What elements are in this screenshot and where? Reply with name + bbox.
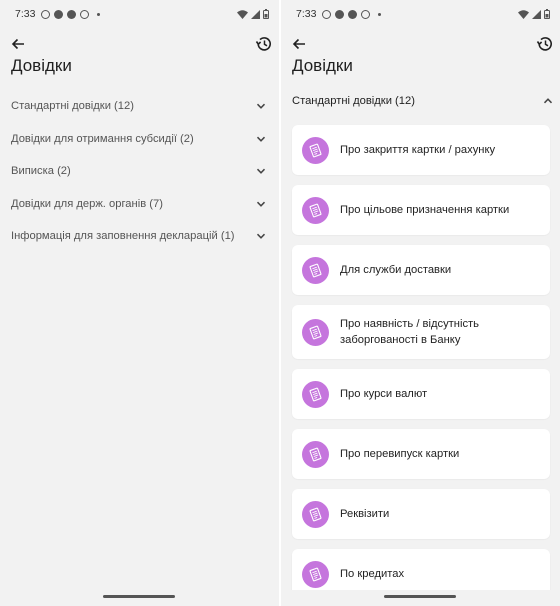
history-icon[interactable] xyxy=(255,35,273,53)
chevron-down-icon xyxy=(256,136,266,142)
facebook-icon xyxy=(348,9,358,19)
reference-card-label: Реквізити xyxy=(340,508,390,520)
reference-card-label: По кредитах xyxy=(340,568,405,580)
reference-card[interactable]: Про курси валют xyxy=(292,369,550,419)
chevron-down-icon xyxy=(256,168,266,175)
home-gesture-handle[interactable] xyxy=(384,595,456,598)
chevron-down-icon xyxy=(256,233,266,240)
document-icon xyxy=(302,380,329,408)
status-time: 7:33 xyxy=(15,8,36,20)
category-label: Довідки для отримання субсидії (2) xyxy=(11,132,194,145)
facebook-icon xyxy=(67,9,77,19)
screen-references-collapsed: 7:33 Довідки Стандартні довідки (12) Дов… xyxy=(0,0,279,606)
document-icon xyxy=(302,196,329,224)
page-title: Довідки xyxy=(11,56,72,75)
battery-icon xyxy=(263,9,269,19)
category-label: Виписка (2) xyxy=(11,165,71,178)
category-header-standard[interactable]: Стандартні довідки (12) xyxy=(292,92,554,110)
reference-card-label: Про цільове призначення картки xyxy=(340,204,510,216)
category-item-standard[interactable]: Стандартні довідки (12) xyxy=(0,90,279,123)
more-notifications-icon xyxy=(378,12,382,16)
reference-card[interactable]: Реквізити xyxy=(292,489,550,539)
reference-card[interactable]: Про закриття картки / рахунку xyxy=(292,125,550,175)
system-nav-bar xyxy=(281,590,560,606)
status-bar: 7:33 xyxy=(0,0,279,28)
document-icon xyxy=(302,318,329,346)
facebook-icon xyxy=(54,9,64,19)
document-icon xyxy=(302,256,329,284)
category-label: Стандартні довідки (12) xyxy=(11,100,134,113)
more-notifications-icon xyxy=(97,12,101,16)
wifi-icon xyxy=(237,9,248,19)
page-title: Довідки xyxy=(292,56,353,75)
app-bar xyxy=(0,28,279,58)
category-label: Стандартні довідки (12) xyxy=(292,95,415,107)
chevron-up-icon xyxy=(543,98,553,104)
reference-card[interactable]: Про перевипуск картки xyxy=(292,429,550,479)
category-label: Довідки для держ. органів (7) xyxy=(11,197,163,210)
reference-card-label: Для служби доставки xyxy=(340,264,452,276)
back-arrow-icon[interactable] xyxy=(291,36,307,52)
whatsapp-icon xyxy=(361,9,371,19)
reference-card-label: Про закриття картки / рахунку xyxy=(340,144,496,156)
document-icon xyxy=(302,136,329,164)
document-icon xyxy=(302,440,329,468)
signal-icon xyxy=(251,9,260,19)
signal-icon xyxy=(532,9,541,19)
viber-icon xyxy=(322,9,332,19)
home-gesture-handle[interactable] xyxy=(103,595,175,598)
status-time: 7:33 xyxy=(296,8,317,20)
history-icon[interactable] xyxy=(536,35,554,53)
category-label: Інформація для заповнення декларацій (1) xyxy=(11,230,235,243)
back-arrow-icon[interactable] xyxy=(10,36,26,52)
category-item-statement[interactable]: Виписка (2) xyxy=(0,155,279,188)
category-item-declaration[interactable]: Інформація для заповнення декларацій (1) xyxy=(0,220,279,253)
viber-icon xyxy=(41,9,51,19)
category-item-subsidy[interactable]: Довідки для отримання субсидії (2) xyxy=(0,123,279,156)
reference-card[interactable]: Для служби доставки xyxy=(292,245,550,295)
screen-references-expanded: 7:33 Довідки Стандартні довідки (12) Про… xyxy=(281,0,560,606)
reference-card-label: Про курси валют xyxy=(340,388,428,400)
system-nav-bar xyxy=(0,590,279,606)
chevron-down-icon xyxy=(256,103,266,110)
status-bar: 7:33 xyxy=(281,0,560,28)
reference-card-list: Про закриття картки / рахунку Про цільов… xyxy=(292,125,550,606)
wifi-icon xyxy=(518,9,529,19)
reference-card[interactable]: Про наявність / відсутність заборгованос… xyxy=(292,305,550,359)
reference-card-label: Про наявність / відсутність заборгованос… xyxy=(340,318,480,346)
document-icon xyxy=(302,560,329,588)
reference-card[interactable]: Про цільове призначення картки xyxy=(292,185,550,235)
reference-card-label: Про перевипуск картки xyxy=(340,448,460,460)
battery-icon xyxy=(544,9,550,19)
category-item-gov-bodies[interactable]: Довідки для держ. органів (7) xyxy=(0,188,279,221)
category-list: Стандартні довідки (12) Довідки для отри… xyxy=(0,90,279,253)
app-bar xyxy=(281,28,560,58)
chevron-down-icon xyxy=(256,201,266,207)
whatsapp-icon xyxy=(80,9,90,19)
document-icon xyxy=(302,500,329,528)
facebook-icon xyxy=(335,9,345,19)
